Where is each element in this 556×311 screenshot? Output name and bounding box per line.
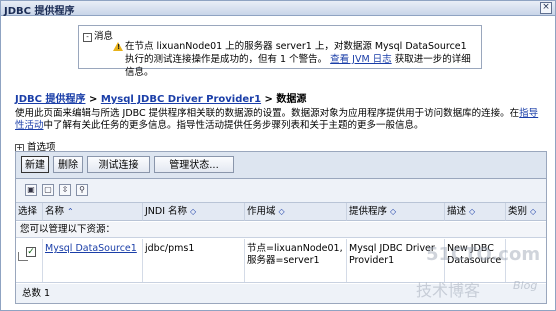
column-header-provider[interactable]: 提供程序 ◇ bbox=[347, 203, 445, 221]
description-text: 使用此页面来编辑与所选 JDBC 提供程序相关联的数据源的设置。数据源对象为应用… bbox=[15, 108, 520, 119]
panel-titlebar: JDBC 提供程序 × bbox=[1, 1, 555, 17]
column-header-description[interactable]: 描述 ◇ bbox=[445, 203, 506, 221]
description-text-after: 中了解有关此任务的更多信息。指导性活动提供任务步骤列表和关于主题的更多一般信息。 bbox=[43, 120, 424, 131]
table-row-jndi-cell: jdbc/pms1 bbox=[143, 239, 245, 283]
name-header-label: 名称 bbox=[45, 206, 65, 217]
column-header-name[interactable]: 名称 ⌃ bbox=[43, 203, 143, 221]
sort-icon[interactable]: ◇ bbox=[469, 207, 475, 216]
message-header: - 消息 bbox=[83, 28, 113, 42]
breadcrumb-separator: > bbox=[88, 94, 98, 105]
breadcrumb-current: 数据源 bbox=[276, 94, 307, 105]
breadcrumb-provider[interactable]: Mysql JDBC Driver Provider1 bbox=[101, 94, 261, 105]
sort-icon[interactable]: ◇ bbox=[390, 207, 396, 216]
expand-filter-icon[interactable]: ⇳ bbox=[59, 184, 71, 196]
datasource-name-link[interactable]: Mysql DataSource1 bbox=[45, 243, 137, 254]
sort-icon[interactable]: ◇ bbox=[279, 207, 285, 216]
deselect-all-icon[interactable]: ▢ bbox=[42, 184, 54, 196]
column-header-jndi[interactable]: JNDI 名称 ◇ bbox=[143, 203, 245, 221]
message-text: 在节点 lixuanNode01 上的服务器 server1 上，对数据源 My… bbox=[125, 40, 475, 79]
breadcrumb-separator: > bbox=[264, 94, 273, 105]
jdbc-provider-panel: JDBC 提供程序 × -消息 在节点 lixuanNode01 上的服务器 s… bbox=[0, 0, 556, 311]
select-header-label: 选择 bbox=[18, 206, 38, 217]
table-row-name-cell: Mysql DataSource1 bbox=[43, 239, 143, 283]
description-header-label: 描述 bbox=[447, 206, 467, 217]
scope-header-label: 作用域 bbox=[247, 206, 276, 217]
collapse-icon[interactable]: - bbox=[83, 33, 92, 42]
scope-line-server: 服务器=server1 bbox=[247, 255, 320, 266]
table-icon-bar: ▣ ▢ ⇳ ⚲ bbox=[16, 179, 546, 203]
sort-icon[interactable]: ◇ bbox=[530, 207, 536, 216]
watermark-blog: Blog bbox=[513, 279, 538, 292]
select-all-icon[interactable]: ▣ bbox=[25, 184, 37, 196]
table-row-select-cell bbox=[16, 239, 43, 283]
view-jvm-log-link[interactable]: 查看 JVM 日志 bbox=[330, 54, 392, 65]
watermark-sub: 技术博客 bbox=[416, 281, 481, 300]
test-connection-button[interactable]: 测试连接 bbox=[87, 156, 150, 173]
breadcrumb-jdbc-providers[interactable]: JDBC 提供程序 bbox=[15, 94, 85, 105]
column-header-select: 选择 bbox=[16, 203, 43, 221]
delete-button[interactable]: 删除 bbox=[53, 156, 83, 173]
table-row-scope-cell: 节点=lixuanNode01, 服务器=server1 bbox=[245, 239, 347, 283]
jndi-header-label: JNDI 名称 bbox=[145, 206, 188, 217]
provider-header-label: 提供程序 bbox=[349, 206, 388, 217]
sort-icon[interactable]: ⌃ bbox=[67, 207, 74, 216]
message-box: -消息 在节点 lixuanNode01 上的服务器 server1 上，对数据… bbox=[78, 25, 482, 78]
scope-line-node: 节点=lixuanNode01, bbox=[247, 243, 343, 254]
page-description: 使用此页面来编辑与所选 JDBC 提供程序相关联的数据源的设置。数据源对象为应用… bbox=[15, 108, 545, 132]
filter-icon[interactable]: ⚲ bbox=[76, 184, 88, 196]
breadcrumb: JDBC 提供程序 > Mysql JDBC Driver Provider1 … bbox=[15, 90, 306, 105]
close-icon[interactable]: × bbox=[540, 2, 552, 14]
message-header-label: 消息 bbox=[94, 31, 114, 42]
category-header-label: 类别 bbox=[508, 206, 528, 217]
sort-icon[interactable]: ◇ bbox=[190, 207, 196, 216]
panel-title: JDBC 提供程序 bbox=[4, 6, 75, 17]
watermark-site: 51CTO.com bbox=[426, 244, 541, 265]
warning-icon bbox=[113, 42, 123, 51]
resource-note: 您可以管理以下资源： bbox=[16, 222, 546, 238]
column-header-scope[interactable]: 作用域 ◇ bbox=[245, 203, 347, 221]
manage-state-button[interactable]: 管理状态... bbox=[154, 156, 234, 173]
table-toolbar: 新建 删除 测试连接 管理状态... bbox=[16, 152, 546, 179]
column-header-category[interactable]: 类别 ◇ bbox=[506, 203, 546, 221]
new-button[interactable]: 新建 bbox=[21, 156, 49, 173]
